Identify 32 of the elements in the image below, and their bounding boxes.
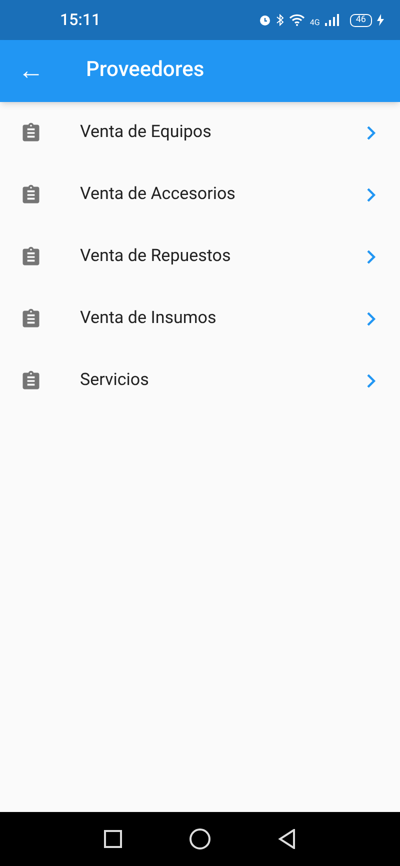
clipboard-icon bbox=[20, 370, 42, 392]
list-item[interactable]: Venta de Accesorios bbox=[0, 164, 400, 226]
bluetooth-icon bbox=[276, 14, 284, 26]
chevron-right-icon bbox=[366, 188, 376, 202]
item-label: Venta de Equipos bbox=[80, 121, 212, 144]
item-label: Venta de Insumos bbox=[80, 307, 216, 330]
clipboard-icon bbox=[20, 184, 42, 206]
wifi-icon bbox=[288, 14, 305, 26]
chevron-right-icon bbox=[366, 312, 376, 326]
recents-icon[interactable] bbox=[104, 830, 122, 848]
list-item[interactable]: Venta de Insumos bbox=[0, 288, 400, 350]
clipboard-icon bbox=[20, 246, 42, 268]
home-icon[interactable] bbox=[188, 828, 211, 850]
page-title: Proveedores bbox=[86, 57, 204, 84]
chevron-right-icon bbox=[366, 250, 376, 264]
clipboard-icon bbox=[20, 308, 42, 330]
status-time: 15:11 bbox=[60, 9, 101, 31]
network-type: 4G bbox=[310, 17, 320, 29]
battery-level: 46 bbox=[350, 14, 372, 26]
item-label: Venta de Repuestos bbox=[80, 245, 231, 268]
clipboard-icon bbox=[20, 122, 42, 144]
alarm-icon bbox=[258, 14, 271, 26]
chevron-right-icon bbox=[366, 126, 376, 140]
list-item[interactable]: Venta de Repuestos bbox=[0, 226, 400, 288]
back-icon[interactable] bbox=[278, 829, 296, 849]
list-item[interactable]: Servicios bbox=[0, 350, 400, 412]
item-label: Venta de Accesorios bbox=[80, 183, 236, 206]
signal-icon bbox=[324, 14, 341, 26]
charging-icon bbox=[377, 14, 384, 26]
chevron-right-icon bbox=[366, 374, 376, 388]
list-item[interactable]: Venta de Equipos bbox=[0, 102, 400, 164]
item-label: Servicios bbox=[80, 369, 149, 392]
